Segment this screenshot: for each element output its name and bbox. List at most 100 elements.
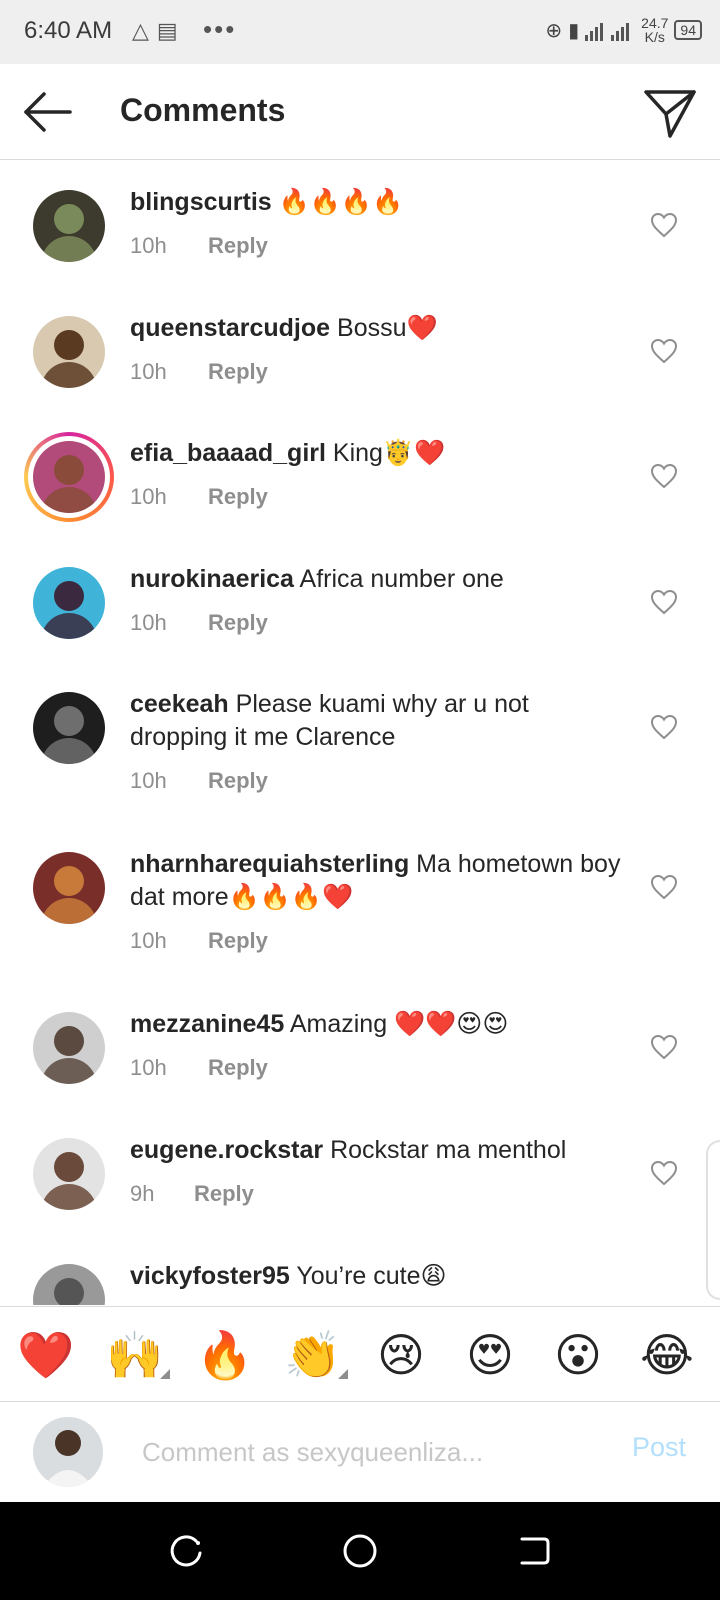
warning-icon: △ <box>132 18 149 43</box>
comment-meta: 10h Reply <box>130 610 268 636</box>
reply-button[interactable]: Reply <box>208 359 268 384</box>
crying-face-emoji-button[interactable]: 😢 <box>373 1327 429 1383</box>
avatar[interactable] <box>33 1012 105 1084</box>
reply-button[interactable]: Reply <box>194 1181 254 1206</box>
tears-of-joy-emoji-button[interactable]: 😂 <box>639 1327 695 1383</box>
comment-text: mezzanine45 Amazing ❤️❤️😍😍 <box>130 1008 630 1041</box>
comment-time: 10h <box>130 233 167 258</box>
clapping-hands-emoji-button[interactable]: 👏 <box>284 1327 341 1383</box>
send-icon[interactable] <box>642 84 698 140</box>
header: Comments <box>0 64 720 160</box>
comment-text: ceekeah Please kuami why ar u not droppi… <box>130 688 630 754</box>
avatar[interactable] <box>33 190 105 262</box>
comment-text: nharnharequiahsterling Ma hometown boy d… <box>130 848 630 914</box>
reply-button[interactable]: Reply <box>208 928 268 953</box>
surprised-face-emoji-button[interactable]: 😮 <box>550 1327 606 1383</box>
status-time: 6:40 AM <box>24 17 113 44</box>
comment-username[interactable]: vickyfoster95 <box>130 1262 290 1290</box>
my-avatar-image <box>33 1417 103 1487</box>
reply-button[interactable]: Reply <box>208 610 268 635</box>
comment-text: queenstarcudjoe Bossu❤️ <box>130 312 630 345</box>
comment-time: 10h <box>130 610 167 635</box>
fire-emoji-button[interactable]: 🔥 <box>196 1327 253 1383</box>
comment-meta: 10h Reply <box>130 359 268 385</box>
comment-username[interactable]: blingscurtis <box>130 188 272 216</box>
avatar[interactable] <box>33 1264 105 1305</box>
comment-body: You’re cute😩 <box>296 1262 447 1290</box>
navigation-bar <box>0 1502 720 1600</box>
signal-icon <box>585 23 630 41</box>
avatar[interactable] <box>33 441 105 513</box>
comment-time: 9h <box>130 1181 155 1206</box>
comment-text: efia_baaaad_girl King🤴❤️ <box>130 437 630 470</box>
avatar[interactable] <box>33 852 105 924</box>
raising-hands-emoji-button[interactable]: 🙌 <box>106 1327 163 1383</box>
comment-username[interactable]: eugene.rockstar <box>130 1136 323 1164</box>
avatar[interactable] <box>33 1138 105 1210</box>
emoji-variants-indicator-icon <box>338 1369 348 1379</box>
network-speed: 24.7 K/s <box>641 16 668 44</box>
comment-username[interactable]: queenstarcudjoe <box>130 314 330 342</box>
comment-username[interactable]: nurokinaerica <box>130 565 294 593</box>
comment-meta: 9h Reply <box>130 1181 254 1207</box>
more-notifications-icon: ••• <box>203 14 237 44</box>
battery-icon: 94 <box>674 20 702 40</box>
comment-input[interactable] <box>142 1430 602 1474</box>
comment-time: 10h <box>130 1055 167 1080</box>
comment-text: vickyfoster95 You’re cute😩 <box>130 1260 630 1293</box>
back-arrow-icon[interactable] <box>22 86 74 138</box>
comment-username[interactable]: efia_baaaad_girl <box>130 439 326 467</box>
comment-username[interactable]: nharnharequiahsterling <box>130 850 409 878</box>
reply-button[interactable]: Reply <box>208 233 268 258</box>
comment-meta: 10h Reply <box>130 484 268 510</box>
comment-text: blingscurtis 🔥🔥🔥🔥 <box>130 186 630 219</box>
status-bar: 6:40 AM △ ▤ ••• ⊕ ▮ 24.7 K/s 94 <box>0 0 720 64</box>
comment-time: 10h <box>130 359 167 384</box>
comment-text: eugene.rockstar Rockstar ma menthol <box>130 1134 630 1167</box>
recent-apps-icon[interactable] <box>166 1531 206 1571</box>
status-right: ⊕ ▮ 24.7 K/s 94 <box>545 16 702 44</box>
home-icon[interactable] <box>340 1531 380 1571</box>
comment-time: 10h <box>130 484 167 509</box>
comment-composer: Post <box>0 1402 720 1502</box>
like-heart-icon[interactable] <box>650 714 678 740</box>
like-heart-icon[interactable] <box>650 1160 678 1186</box>
reply-button[interactable]: Reply <box>208 1055 268 1080</box>
like-heart-icon[interactable] <box>650 212 678 238</box>
like-heart-icon[interactable] <box>650 1034 678 1060</box>
reply-button[interactable]: Reply <box>208 484 268 509</box>
comment-body: Rockstar ma menthol <box>330 1136 567 1164</box>
comment-time: 10h <box>130 928 167 953</box>
comment-body: Amazing ❤️❤️😍😍 <box>289 1010 509 1038</box>
comment-meta: 10h Reply <box>130 233 268 259</box>
quick-emoji-bar: ❤️ 🙌 🔥 👏 😢 😍 😮 😂 <box>0 1306 720 1402</box>
avatar[interactable] <box>33 692 105 764</box>
network-speed-value: 24.7 <box>641 15 669 31</box>
comment-meta: 10h Reply <box>130 768 268 794</box>
avatar[interactable] <box>33 316 105 388</box>
comment-username[interactable]: mezzanine45 <box>130 1010 284 1038</box>
network-speed-unit: K/s <box>644 29 665 45</box>
comment-meta: 10h Reply <box>130 928 268 954</box>
comments-list[interactable]: blingscurtis 🔥🔥🔥🔥 10h Reply queenstarcudjoe… <box>0 160 720 1305</box>
comment-body: King🤴❤️ <box>332 439 446 467</box>
page-title: Comments <box>120 92 286 128</box>
like-heart-icon[interactable] <box>650 589 678 615</box>
post-button[interactable]: Post <box>632 1432 686 1463</box>
data-saver-icon: ⊕ <box>545 19 563 42</box>
comment-username[interactable]: ceekeah <box>130 690 229 718</box>
heart-emoji-button[interactable]: ❤️ <box>17 1327 74 1383</box>
reply-button[interactable]: Reply <box>208 768 268 793</box>
comment-body: Bossu❤️ <box>337 314 438 342</box>
comment-time: 10h <box>130 768 167 793</box>
back-nav-icon[interactable] <box>514 1531 554 1571</box>
like-heart-icon[interactable] <box>650 463 678 489</box>
like-heart-icon[interactable] <box>650 338 678 364</box>
notification-icons: △ ▤ <box>132 18 178 44</box>
scroll-handle[interactable] <box>706 1140 720 1300</box>
story-ring[interactable] <box>24 432 114 522</box>
like-heart-icon[interactable] <box>650 874 678 900</box>
comment-body: 🔥🔥🔥🔥 <box>278 188 404 216</box>
heart-eyes-emoji-button[interactable]: 😍 <box>462 1327 518 1383</box>
avatar[interactable] <box>33 567 105 639</box>
